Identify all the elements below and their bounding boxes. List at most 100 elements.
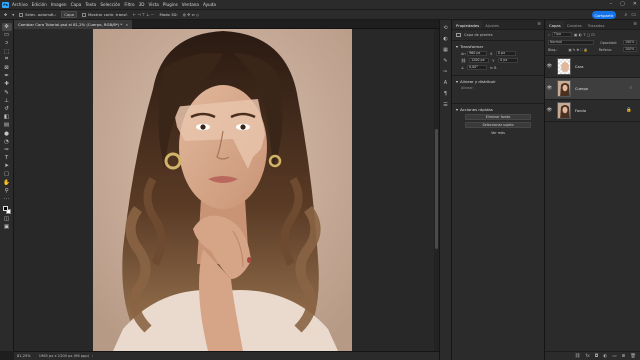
tab-channels[interactable]: Canales — [564, 21, 585, 29]
search-icon[interactable]: ⌕ — [624, 12, 627, 18]
fill-field[interactable]: 100% — [623, 47, 637, 52]
height-field[interactable]: 1200 px — [469, 58, 490, 63]
more-tools-icon[interactable]: ⋯ — [2, 195, 12, 203]
eyedropper-tool-icon[interactable]: ✒ — [2, 72, 12, 80]
menu-layer[interactable]: Capa — [71, 2, 82, 7]
layer-row-cuerpo[interactable]: 👁 Cuerpo ☝ — [545, 78, 640, 100]
transform-controls-checkbox[interactable]: Mostrar contr. transf. — [82, 12, 128, 17]
zoom-level[interactable]: 81,25% — [17, 354, 31, 358]
align-header[interactable]: ▾ Alinear y distribuir — [456, 79, 540, 84]
filter-icons[interactable]: ▣ ◐ T ▢ ⊡ — [574, 32, 595, 37]
fx-icon[interactable]: fx — [585, 354, 589, 359]
menu-select[interactable]: Selección — [100, 2, 120, 7]
quick-actions-header[interactable]: ▾ Acciones rápidas — [456, 107, 540, 112]
panel-menu-icon[interactable]: ≡ — [633, 22, 637, 27]
tab-adjustments[interactable]: Ajustes — [482, 21, 502, 29]
maximize-icon[interactable]: ▢ — [620, 1, 625, 7]
menu-view[interactable]: Vista — [148, 2, 158, 7]
visibility-eye-icon[interactable]: 👁 — [545, 64, 554, 69]
brush-tool-icon[interactable]: ✎ — [2, 89, 12, 97]
tool-preset-icon[interactable]: ▾ — [12, 12, 14, 17]
share-button[interactable]: Compartir — [592, 11, 616, 19]
menu-window[interactable]: Ventana — [182, 2, 199, 7]
x-field[interactable]: 0 px — [496, 51, 516, 56]
menu-filter[interactable]: Filtro — [124, 2, 134, 7]
document-canvas[interactable] — [93, 29, 352, 351]
menu-file[interactable]: Archivo — [12, 2, 28, 7]
eraser-tool-icon[interactable]: ◧ — [2, 113, 12, 121]
visibility-eye-icon[interactable]: 👁 — [545, 108, 554, 113]
layer-row-fondo[interactable]: 👁 Fondo 🔒 — [545, 100, 640, 122]
healing-brush-icon[interactable]: ✚ — [2, 80, 12, 88]
history-icon[interactable]: ⟲ — [443, 25, 447, 32]
auto-select-checkbox[interactable]: Selec. automát.: — [19, 12, 56, 17]
new-layer-icon[interactable]: ⊞ — [622, 354, 626, 359]
flip-icons[interactable]: ⇋ ⇅ — [490, 66, 497, 70]
blend-mode-select[interactable]: Normal — [548, 40, 594, 45]
quick-mask-icon[interactable]: ◫ — [2, 215, 12, 223]
tab-layers[interactable]: Capas — [546, 21, 564, 29]
menu-edit[interactable]: Edición — [32, 2, 47, 7]
y-field[interactable]: 0 px — [498, 58, 519, 63]
adjustments-icon[interactable]: ◐ — [443, 36, 447, 43]
paths-icon[interactable]: ✑ — [443, 69, 447, 76]
menu-3d[interactable]: 3D — [139, 2, 145, 7]
document-tab[interactable]: Cambiar Cara Tutorial.psd al 81,2% (Cuer… — [14, 20, 133, 29]
delete-layer-icon[interactable]: 🗑 — [630, 354, 636, 359]
move-tool-icon[interactable]: ✥ — [4, 12, 7, 17]
color-swatches[interactable] — [2, 205, 12, 215]
minimize-icon[interactable]: – — [610, 1, 613, 7]
see-more-link[interactable]: Ver más — [456, 131, 540, 135]
transform-header[interactable]: ▾ Transformar — [456, 44, 540, 49]
new-group-icon[interactable]: ▭ — [612, 354, 616, 359]
move-tool-icon[interactable]: ✥ — [1, 23, 12, 32]
auto-select-dropdown[interactable]: Capa — [61, 11, 77, 18]
paragraph-icon[interactable]: ¶ — [444, 91, 447, 98]
visibility-eye-icon[interactable]: 👁 — [545, 86, 554, 91]
gradient-tool-icon[interactable]: ▤ — [2, 121, 12, 129]
close-window-icon[interactable]: ✕ — [633, 1, 637, 7]
scroll-thumb[interactable] — [435, 129, 438, 249]
align-icons[interactable]: ⊢ ⊣ ⊤ ⊥ ⋯ — [133, 12, 155, 17]
adjustment-layer-icon[interactable]: ◐ — [603, 354, 607, 359]
menu-help[interactable]: Ayuda — [203, 2, 216, 7]
add-mask-icon[interactable]: ◘ — [595, 354, 599, 359]
link-icon[interactable]: ⛓ — [461, 58, 466, 63]
close-tab-icon[interactable]: × — [125, 22, 128, 27]
zoom-tool-icon[interactable]: ⚲ — [2, 187, 12, 195]
3d-tool-icons[interactable]: ◎ ✣ ⇔ ◇ — [183, 12, 199, 17]
tab-paths[interactable]: Trazados — [585, 21, 608, 29]
remove-background-button[interactable]: Eliminar fondo — [465, 114, 531, 120]
lock-icons[interactable]: ▦ ✎ ✥ ⛶ 🔒 — [568, 48, 587, 52]
menu-image[interactable]: Imagen — [51, 2, 67, 7]
menu-type[interactable]: Texto — [85, 2, 96, 7]
learn-icon[interactable]: ☰ — [443, 102, 447, 109]
type-tool-icon[interactable]: T — [2, 154, 12, 162]
libraries-icon[interactable]: ▦ — [443, 47, 448, 54]
clone-stamp-icon[interactable]: ⊥ — [2, 97, 12, 105]
width-field[interactable]: 960 px — [467, 51, 487, 56]
crop-tool-icon[interactable]: ⌗ — [2, 56, 12, 64]
history-brush-icon[interactable]: ↺ — [2, 105, 12, 113]
lasso-tool-icon[interactable]: ↄ — [2, 39, 12, 47]
menu-plugins[interactable]: Plugins — [163, 2, 178, 7]
tab-properties[interactable]: Propiedades — [453, 21, 483, 29]
rectangle-tool-icon[interactable]: ▢ — [2, 170, 12, 178]
character-icon[interactable]: A — [444, 80, 447, 87]
opacity-field[interactable]: 100% — [622, 40, 637, 45]
object-select-tool-icon[interactable]: ⬚ — [2, 48, 12, 56]
screen-mode-icon[interactable]: ▣ — [2, 223, 12, 231]
artboard-tool-icon[interactable]: ▭ — [2, 31, 12, 39]
brush-settings-icon[interactable]: ✎ — [443, 58, 447, 65]
panel-menu-icon[interactable]: ≡ — [537, 22, 541, 27]
frame-tool-icon[interactable]: ⊠ — [2, 64, 12, 72]
pen-tool-icon[interactable]: ✑ — [2, 146, 12, 154]
status-arrow-icon[interactable]: › — [92, 354, 93, 358]
select-subject-button[interactable]: Seleccionar sujeto — [465, 122, 531, 128]
layer-row-cara[interactable]: 👁 Cara — [545, 56, 640, 78]
angle-field[interactable]: 0,00° — [467, 65, 487, 70]
foreground-color-swatch[interactable] — [2, 206, 8, 212]
canvas-area[interactable] — [14, 29, 439, 351]
hand-tool-icon[interactable]: ✋ — [2, 179, 12, 187]
link-layers-icon[interactable]: ⛓ — [575, 354, 581, 359]
